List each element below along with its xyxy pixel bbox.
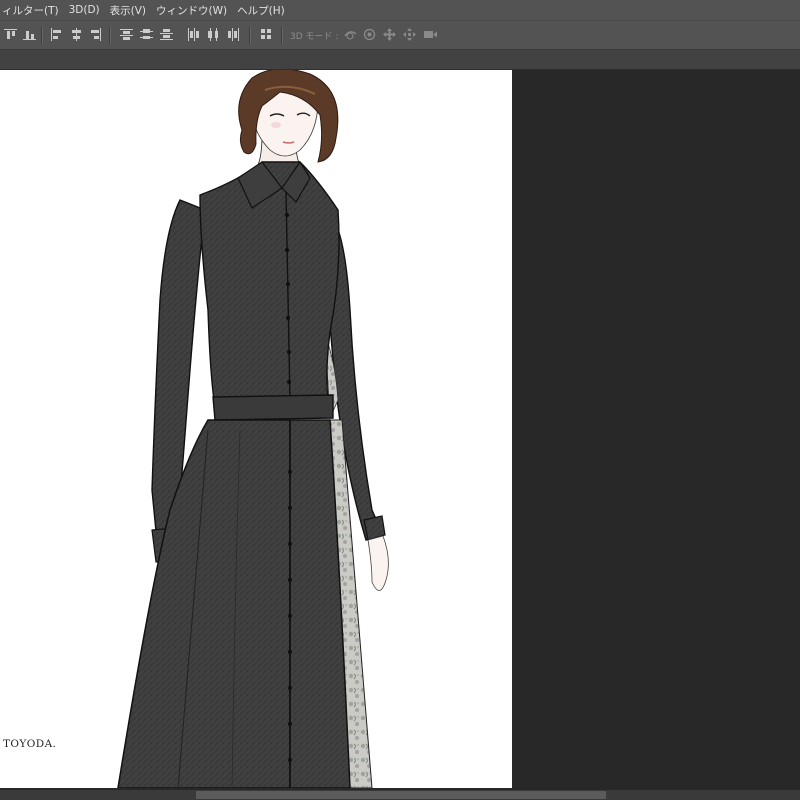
fashion-illustration — [117, 70, 389, 788]
align-left-icon[interactable] — [70, 28, 83, 41]
auto-align-icon[interactable] — [260, 28, 273, 41]
distribute-vcenter-icon[interactable] — [140, 28, 153, 41]
menu-view[interactable]: 表示(V) — [105, 3, 151, 18]
document-tab-strip — [0, 50, 800, 70]
scrollbar-thumb[interactable] — [196, 791, 606, 799]
distribute-bottom-icon[interactable] — [160, 28, 173, 41]
orbit-3d-icon[interactable] — [343, 28, 358, 41]
roll-3d-icon[interactable] — [363, 28, 376, 41]
menu-help[interactable]: ヘルプ(H) — [232, 3, 290, 18]
align-hcenter-icon[interactable] — [89, 28, 102, 41]
toolbar-divider — [281, 27, 283, 44]
toolbar-divider — [41, 27, 43, 44]
options-bar: 3D モード : — [0, 20, 800, 50]
menu-filter[interactable]: ィルター(T) — [0, 3, 64, 18]
distribute-right-icon[interactable] — [227, 28, 240, 41]
distribute-left-icon[interactable] — [187, 28, 200, 41]
align-top-icon[interactable] — [4, 28, 17, 41]
align-bottom-icon[interactable] — [50, 28, 63, 41]
menu-3d[interactable]: 3D(D) — [64, 4, 105, 16]
horizontal-scrollbar[interactable] — [0, 790, 800, 800]
slide-3d-icon[interactable] — [403, 28, 416, 41]
toolbar-divider — [109, 27, 111, 44]
video-3d-icon[interactable] — [423, 28, 438, 41]
artist-signature: TOYODA. — [3, 738, 57, 750]
drag-3d-icon[interactable] — [383, 28, 396, 41]
toolbar-divider — [249, 27, 251, 44]
distribute-top-icon[interactable] — [120, 28, 133, 41]
canvas-workspace[interactable]: TOYODA. — [0, 70, 800, 790]
menu-window[interactable]: ウィンドウ(W) — [151, 3, 232, 18]
menu-bar: ィルター(T) 3D(D) 表示(V) ウィンドウ(W) ヘルプ(H) — [0, 0, 800, 20]
document-canvas[interactable]: TOYODA. — [0, 70, 512, 788]
mode-3d-label: 3D モード : — [290, 32, 339, 42]
distribute-hcenter-icon[interactable] — [207, 28, 220, 41]
align-vcenter-icon[interactable] — [23, 28, 36, 41]
